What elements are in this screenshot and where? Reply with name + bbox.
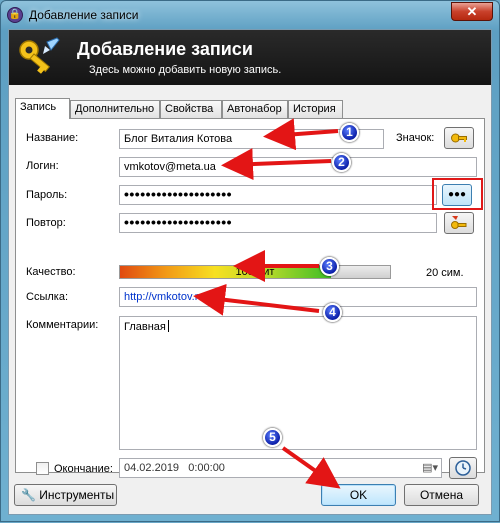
expiry-value: 04.02.2019 0:00:00: [124, 462, 225, 474]
quality-text: 105 бит: [235, 266, 275, 278]
clock-icon: [455, 460, 471, 476]
password-input[interactable]: ••••••••••••••••••••: [119, 185, 437, 205]
icon-label: Значок:: [396, 132, 435, 144]
wrench-icon: 🔧: [21, 488, 36, 502]
login-input[interactable]: vmkotov@meta.ua: [119, 157, 477, 177]
password-quality-bar: 105 бит: [119, 265, 391, 279]
tab-autotype[interactable]: Автонабор: [222, 100, 288, 118]
tab-properties[interactable]: Свойства: [160, 100, 222, 118]
expiry-label: Окончание:: [54, 463, 113, 475]
password-generator-icon: [451, 216, 467, 229]
icon-picker-button[interactable]: [444, 127, 474, 149]
tab-entry[interactable]: Запись: [15, 98, 70, 119]
banner-title: Добавление записи: [77, 39, 253, 59]
tools-button-label: Инструменты: [39, 488, 115, 502]
banner-subtitle: Здесь можно добавить новую запись.: [89, 64, 282, 76]
cancel-button[interactable]: Отмена: [404, 484, 479, 506]
annotation-badge-3: 3: [320, 257, 339, 276]
tab-history[interactable]: История: [288, 100, 343, 118]
repeat-label: Повтор:: [26, 217, 66, 229]
tools-button[interactable]: 🔧 Инструменты: [14, 484, 117, 506]
title-bar[interactable]: 🔒 Добавление записи ✕: [1, 1, 499, 29]
tab-advanced[interactable]: Дополнительно: [70, 100, 160, 118]
annotation-badge-2: 2: [332, 153, 351, 172]
password-length: 20 сим.: [426, 267, 464, 279]
ok-button[interactable]: OK: [321, 484, 396, 506]
window-title: Добавление записи: [29, 8, 139, 22]
quality-label: Качество:: [26, 266, 76, 278]
generate-password-button[interactable]: [444, 212, 474, 234]
comments-label: Комментарии:: [26, 319, 99, 331]
repeat-password-input[interactable]: ••••••••••••••••••••: [119, 213, 437, 233]
expiry-datetime-input[interactable]: 04.02.2019 0:00:00 ▤▾: [119, 458, 442, 478]
entry-panel: Название: Блог Виталия Котова Значок: Ло…: [15, 118, 485, 479]
key-icon: [451, 133, 467, 143]
password-label: Пароль:: [26, 189, 68, 201]
comments-text: Главная: [124, 321, 166, 333]
url-input[interactable]: http://vmkotov.ru/: [119, 287, 477, 307]
annotation-badge-4: 4: [323, 303, 342, 322]
expiry-checkbox[interactable]: [36, 462, 49, 475]
title-label: Название:: [26, 132, 79, 144]
header-banner: Добавление записи Здесь можно добавить н…: [9, 30, 491, 85]
calendar-dropdown-icon[interactable]: ▤▾: [422, 459, 438, 477]
text-caret: [167, 320, 169, 332]
url-label: Ссылка:: [26, 291, 68, 303]
expiry-presets-button[interactable]: [449, 457, 477, 479]
annotation-badge-5: 5: [263, 428, 282, 447]
show-password-button[interactable]: ●●●: [442, 184, 472, 206]
add-entry-window: 🔒 Добавление записи ✕ Добавление записи …: [0, 0, 500, 522]
dialog-client: Добавление записи Здесь можно добавить н…: [8, 29, 492, 515]
keepass-lock-icon: 🔒: [7, 7, 23, 23]
close-button[interactable]: ✕: [451, 2, 493, 21]
key-pen-icon: [19, 37, 60, 74]
login-label: Логин:: [26, 160, 59, 172]
comments-textarea[interactable]: Главная: [119, 316, 477, 450]
annotation-badge-1: 1: [340, 123, 359, 142]
